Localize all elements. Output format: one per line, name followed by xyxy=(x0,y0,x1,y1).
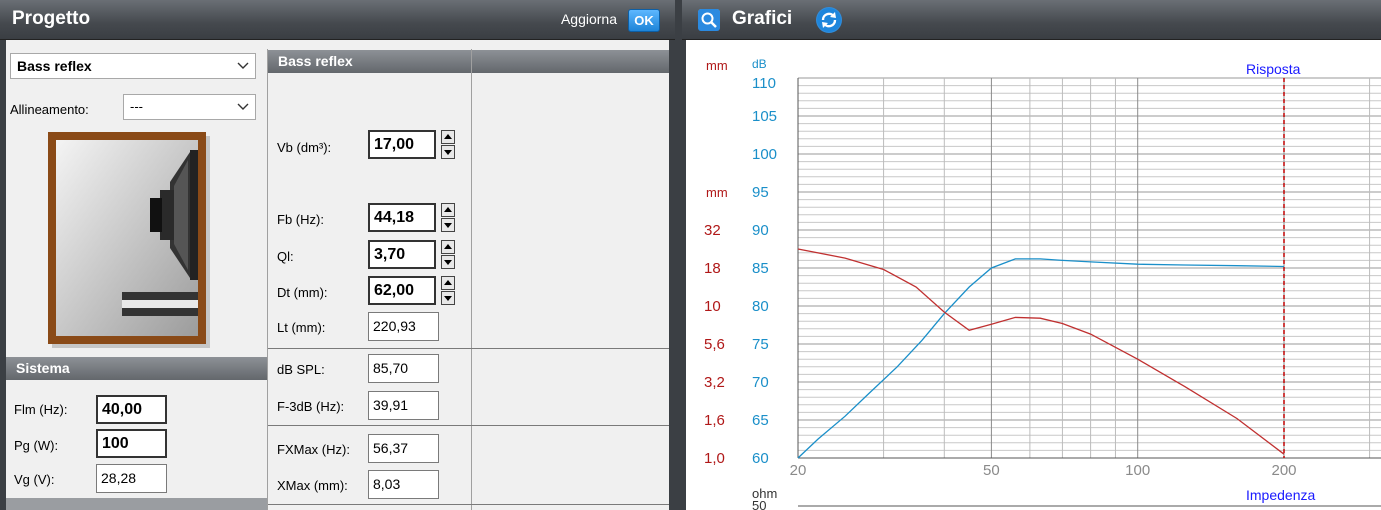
fb-label: Fb (Hz): xyxy=(277,212,324,227)
vb-input[interactable]: 17,00 xyxy=(368,130,436,159)
column-divider xyxy=(267,49,268,510)
fxmax-label: FXMax (Hz): xyxy=(277,442,350,457)
progetto-body: Bass reflex Allineamento: --- Sistema Fl… xyxy=(6,40,669,510)
sistema-header: Sistema xyxy=(6,357,267,380)
allineamento-select[interactable]: --- xyxy=(123,94,256,120)
divider xyxy=(268,348,669,349)
mm-tick-label: 32 xyxy=(704,222,721,239)
column-divider xyxy=(471,49,472,510)
enclosure-type-select[interactable]: Bass reflex xyxy=(10,53,256,79)
fb-spinner[interactable] xyxy=(441,203,455,232)
db-tick-label: 60 xyxy=(752,450,769,467)
freq-tick-label: 50 xyxy=(983,462,1000,479)
grafici-title: Grafici xyxy=(732,8,793,29)
dt-input[interactable]: 62,00 xyxy=(368,276,436,305)
db-tick-label: 70 xyxy=(752,374,769,391)
freq-tick-label: 200 xyxy=(1271,462,1296,479)
db-tick-label: 65 xyxy=(752,412,769,429)
dt-spinner[interactable] xyxy=(441,276,455,305)
impedenza-label: Impedenza xyxy=(1246,487,1315,503)
lt-value: 220,93 xyxy=(368,312,439,341)
mm-tick-label: 18 xyxy=(704,260,721,277)
risposta-label: Risposta xyxy=(1246,61,1301,77)
divider xyxy=(268,425,669,426)
vb-label: Vb (dm³): xyxy=(277,140,332,155)
ql-spinner[interactable] xyxy=(441,240,455,269)
spin-down-icon[interactable] xyxy=(441,218,455,232)
db-tick-label: 110 xyxy=(752,75,776,92)
db-tick-label: 75 xyxy=(752,336,769,353)
db-tick-label: 100 xyxy=(752,146,777,163)
aggiorna-label: Aggiorna xyxy=(560,11,617,27)
f3db-label: F-3dB (Hz): xyxy=(277,399,345,414)
spl-curve xyxy=(797,258,1285,459)
spin-down-icon[interactable] xyxy=(441,291,455,305)
pg-input[interactable]: 100 xyxy=(96,429,167,458)
fxmax-value: 56,37 xyxy=(368,434,439,463)
fb-input[interactable]: 44,18 xyxy=(368,203,436,232)
pg-label: Pg (W): xyxy=(14,438,59,453)
chart-grid xyxy=(797,77,1381,507)
ql-input[interactable]: 3,70 xyxy=(368,240,436,269)
hidden-row-strip xyxy=(6,498,267,510)
freq-tick-label: 20 xyxy=(790,462,807,479)
dt-label: Dt (mm): xyxy=(277,285,328,300)
mm-tick-label: 10 xyxy=(704,298,721,315)
mm-unit-label: mm xyxy=(706,58,728,73)
ok-button[interactable]: OK xyxy=(628,9,660,32)
grafici-panel: Grafici mm dB mm 110 105 100 95 90 85 80 75 70 65 60 3… xyxy=(682,0,1381,510)
chevron-down-icon xyxy=(237,103,249,110)
f3db-value: 39,91 xyxy=(368,391,439,420)
progetto-titlebar: Progetto Aggiorna OK xyxy=(0,0,675,40)
xmax-value: 8,03 xyxy=(368,470,439,499)
magnifier-icon[interactable] xyxy=(698,9,720,31)
spin-up-icon[interactable] xyxy=(441,203,455,217)
freq-tick-label: 100 xyxy=(1125,462,1150,479)
flm-label: Flm (Hz): xyxy=(14,402,68,417)
enclosure-type-value: Bass reflex xyxy=(17,58,92,74)
db-tick-label: 105 xyxy=(752,108,777,125)
chart-curves xyxy=(797,248,1285,459)
spin-up-icon[interactable] xyxy=(441,240,455,254)
grafici-titlebar: Grafici xyxy=(682,0,1381,40)
refresh-icon[interactable] xyxy=(816,7,842,33)
db-tick-label: 85 xyxy=(752,260,769,277)
mm-unit-label: mm xyxy=(706,185,728,200)
mm-tick-label: 3,2 xyxy=(704,374,725,391)
mm-tick-label: 1,0 xyxy=(704,450,725,467)
vg-input[interactable]: 28,28 xyxy=(96,464,167,493)
db-tick-label: 90 xyxy=(752,222,769,239)
bass-reflex-header: Bass reflex xyxy=(268,50,471,73)
progetto-title: Progetto xyxy=(12,8,91,29)
mm-tick-label: 1,6 xyxy=(704,412,725,429)
spin-up-icon[interactable] xyxy=(441,130,455,144)
xmax-label: XMax (mm): xyxy=(277,478,348,493)
response-chart[interactable]: mm dB mm 110 105 100 95 90 85 80 75 70 65 60 32 18 10 5,6… xyxy=(686,40,1381,510)
ohm-tick-label: 50 xyxy=(752,498,766,510)
flm-input[interactable]: 40,00 xyxy=(96,395,167,424)
allineamento-label: Allineamento: xyxy=(10,102,89,117)
chevron-down-icon xyxy=(237,62,249,69)
vg-label: Vg (V): xyxy=(14,472,55,487)
dbspl-value: 85,70 xyxy=(368,354,439,383)
db-unit-label: dB xyxy=(752,57,767,71)
ql-label: Ql: xyxy=(277,249,294,264)
spin-down-icon[interactable] xyxy=(441,145,455,159)
empty-column-header xyxy=(472,50,669,73)
db-tick-label: 80 xyxy=(752,298,769,315)
db-tick-label: 95 xyxy=(752,184,769,201)
allineamento-value: --- xyxy=(130,99,143,114)
bass-reflex-enclosure-image xyxy=(48,132,210,348)
spin-down-icon[interactable] xyxy=(441,255,455,269)
lt-label: Lt (mm): xyxy=(277,320,326,335)
graph-area: mm dB mm 110 105 100 95 90 85 80 75 70 65 60 32 18 10 5,6… xyxy=(686,40,1381,510)
progetto-panel: Progetto Aggiorna OK Bass reflex Allinea… xyxy=(0,0,675,510)
spin-up-icon[interactable] xyxy=(441,276,455,290)
mm-tick-label: 5,6 xyxy=(704,336,725,353)
vb-spinner[interactable] xyxy=(441,130,455,159)
dbspl-label: dB SPL: xyxy=(277,362,325,377)
divider xyxy=(268,504,669,505)
